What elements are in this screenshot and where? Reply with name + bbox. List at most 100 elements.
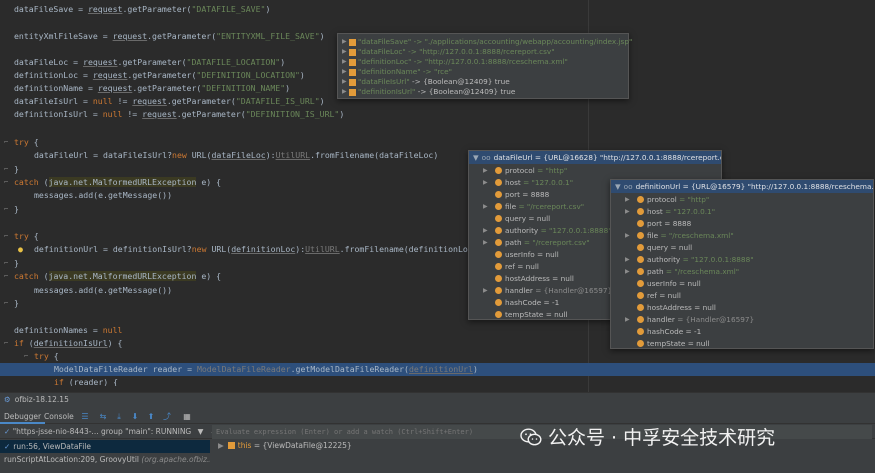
fold-marker-icon[interactable]: ⌐ xyxy=(4,138,12,147)
field-row-hashcode[interactable]: hashCode = -1 xyxy=(611,326,873,338)
fold-marker-icon[interactable]: ⌐ xyxy=(4,339,12,348)
popup-header[interactable]: ▼ oo definitionUrl = {URL@16579} "http://1… xyxy=(611,180,873,193)
field-value: = "/rceschema.xml" xyxy=(663,267,740,276)
expand-arrow-icon[interactable]: ▶ xyxy=(483,237,488,249)
fold-marker-icon[interactable]: ⌐ xyxy=(4,178,12,187)
expand-arrow-icon[interactable]: ▶ xyxy=(625,194,630,206)
field-name: hostAddress xyxy=(647,303,692,312)
fold-marker-icon[interactable]: ⌐ xyxy=(4,232,12,241)
field-row-handler[interactable]: ▶ handler = {Handler@16597} xyxy=(611,314,873,326)
tab-debugger[interactable]: Debugger xyxy=(0,409,46,424)
collapse-arrow-icon[interactable]: ▼ xyxy=(473,153,479,162)
expand-arrow-icon[interactable]: ▶ xyxy=(342,67,347,77)
fold-marker-icon[interactable]: ⌐ xyxy=(4,205,12,214)
code-line[interactable]: if (reader) { xyxy=(0,376,875,386)
run-to-cursor-icon[interactable]: ⤴ xyxy=(162,411,172,422)
expand-arrow-icon[interactable]: ▶ xyxy=(342,57,347,67)
expand-arrow-icon[interactable]: ▶ xyxy=(342,87,347,97)
popup-header[interactable]: ▼ oo dataFileUrl = {URL@16628} "http://127… xyxy=(469,151,721,164)
thread-selector[interactable]: "https-jsse-nio-8443-... group "main": R… xyxy=(13,427,192,436)
field-row-hostaddress[interactable]: hostAddress = null xyxy=(611,302,873,314)
expand-arrow-icon[interactable]: ▶ xyxy=(483,225,488,237)
collapse-arrow-icon[interactable]: ▼ xyxy=(615,182,621,191)
expand-arrow-icon[interactable]: ▶ xyxy=(625,314,630,326)
current-execution-line[interactable]: ModelDataFileReader reader = ModelDataFi… xyxy=(0,363,875,376)
field-icon xyxy=(637,304,644,311)
field-row-path[interactable]: ▶ path = "/rceschema.xml" xyxy=(611,266,873,278)
inline-value-row[interactable]: ▶ "dataFileIsUrl" -> {Boolean@12409} true xyxy=(338,77,628,87)
stack-frame-item[interactable]: ✓ run:56, ViewDataFile xyxy=(0,440,210,453)
field-icon xyxy=(637,268,644,275)
field-row-protocol[interactable]: ▶ protocol = "http" xyxy=(611,194,873,206)
definitionurl-inspect-popup[interactable]: ▼ oo definitionUrl = {URL@16579} "http://1… xyxy=(610,179,874,349)
fold-marker-icon[interactable]: ⌐ xyxy=(4,259,12,268)
expand-arrow-icon[interactable]: ▶ xyxy=(342,47,347,57)
field-name: file xyxy=(647,231,659,240)
field-name: protocol xyxy=(647,195,677,204)
field-name: host xyxy=(647,207,663,216)
field-value: = {Handler@16597} xyxy=(532,286,613,295)
code-line[interactable]: dataFileUrl = dataFileIsUrl?new URL(data… xyxy=(0,149,875,162)
step-out-icon[interactable]: ⬆ xyxy=(146,411,156,422)
code-line[interactable]: ⌐ try { xyxy=(0,136,875,149)
field-row-file[interactable]: ▶ file = "/rceschema.xml" xyxy=(611,230,873,242)
field-value: = null xyxy=(534,250,559,259)
expand-arrow-icon[interactable]: ▶ xyxy=(483,165,488,177)
inline-value-row[interactable]: ▶ "definitionName" -> "rce" xyxy=(338,67,628,77)
field-row-host[interactable]: ▶ host = "127.0.0.1" xyxy=(611,206,873,218)
tab-console[interactable]: Console xyxy=(40,409,78,424)
map-entry-icon xyxy=(349,79,356,86)
inline-value-row[interactable]: ▶ "definitionLoc" -> "http://127.0.0.1:88… xyxy=(338,57,628,67)
inline-value-row[interactable]: ▶ "dataFileLoc" -> "http://127.0.0.1:8888… xyxy=(338,47,628,57)
expand-arrow-icon[interactable]: ▶ xyxy=(625,206,630,218)
show-execution-point-icon[interactable]: ⇆ xyxy=(98,411,108,422)
field-name: query xyxy=(505,214,527,223)
field-row-tempstate[interactable]: tempState = null xyxy=(611,338,873,350)
field-icon xyxy=(495,311,502,318)
fold-marker-icon[interactable]: ⌐ xyxy=(4,299,12,308)
expand-arrow-icon[interactable]: ▶ xyxy=(342,37,347,47)
inline-values-popup[interactable]: ▶ "dataFileSave" -> "./applications/accou… xyxy=(337,33,632,99)
menu-icon[interactable]: ☰ xyxy=(80,411,90,422)
code-line[interactable]: dataFileSave = request.getParameter("DAT… xyxy=(0,3,875,16)
code-line[interactable]: ⌐} xyxy=(0,163,875,176)
field-row-protocol[interactable]: ▶ protocol = "http" xyxy=(469,165,721,177)
fold-marker-icon[interactable]: ⌐ xyxy=(4,165,12,174)
field-row-port[interactable]: port = 8888 xyxy=(611,218,873,230)
debug-session-icon: ⚙ xyxy=(4,395,11,404)
expand-arrow-icon[interactable]: ▶ xyxy=(625,230,630,242)
expand-arrow-icon[interactable]: ▶ xyxy=(342,77,347,87)
field-name: port xyxy=(505,190,520,199)
expand-arrow-icon[interactable]: ▶ xyxy=(483,201,488,213)
stack-frame-item[interactable]: runScriptAtLocation:209, GroovyUtil (org… xyxy=(0,453,210,466)
inline-value-row[interactable]: ▶ "definitionIsUrl" -> {Boolean@12409} tr… xyxy=(338,87,628,97)
evaluate-icon[interactable]: ▦ xyxy=(182,411,192,422)
filter-icon[interactable]: ▼ xyxy=(198,427,204,436)
code-line[interactable]: ⌐ try { xyxy=(0,350,875,363)
expand-arrow-icon[interactable]: ▶ xyxy=(625,266,630,278)
field-value: = "127.0.0.1" xyxy=(520,178,574,187)
fold-marker-icon[interactable]: ⌐ xyxy=(24,352,32,361)
frame-arrow-icon: ✓ xyxy=(4,442,11,451)
step-over-icon[interactable]: ⤓ xyxy=(114,411,124,422)
field-icon xyxy=(637,280,644,287)
field-icon xyxy=(495,179,502,186)
expand-arrow-icon[interactable]: ▶ xyxy=(483,285,488,297)
field-name: file xyxy=(505,202,517,211)
code-line[interactable]: definitionIsUrl = null != request.getPar… xyxy=(0,108,875,121)
map-entry-icon xyxy=(349,59,356,66)
step-into-icon[interactable]: ⬇ xyxy=(130,411,140,422)
lightbulb-icon[interactable]: ● xyxy=(18,243,23,256)
debug-session-title[interactable]: ⚙ ofbiz-18.12.15 xyxy=(0,393,875,407)
field-row-userinfo[interactable]: userInfo = null xyxy=(611,278,873,290)
field-value: = null xyxy=(691,303,716,312)
expand-arrow-icon[interactable]: ▶ xyxy=(483,177,488,189)
inline-value-row[interactable]: ▶ "dataFileSave" -> "./applications/accou… xyxy=(338,37,632,47)
field-row-query[interactable]: query = null xyxy=(611,242,873,254)
field-row-ref[interactable]: ref = null xyxy=(611,290,873,302)
expand-arrow-icon[interactable]: ▶ xyxy=(218,441,224,450)
field-row-authority[interactable]: ▶ authority = "127.0.0.1:8888" xyxy=(611,254,873,266)
map-entry-icon xyxy=(349,39,356,46)
expand-arrow-icon[interactable]: ▶ xyxy=(625,254,630,266)
fold-marker-icon[interactable]: ⌐ xyxy=(4,272,12,281)
